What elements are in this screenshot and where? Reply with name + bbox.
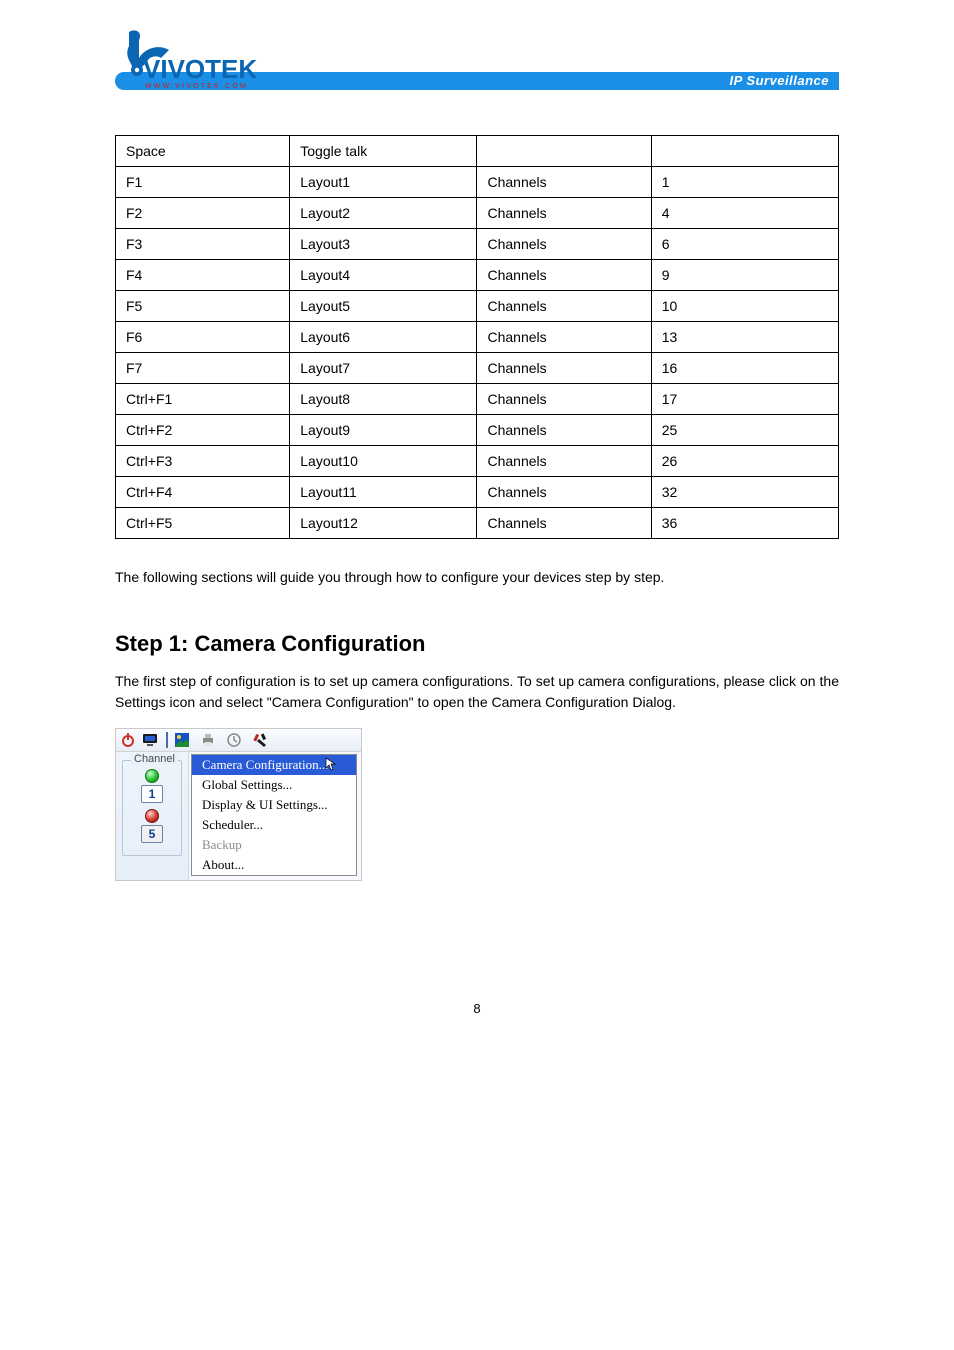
clock-icon[interactable] [226,732,242,748]
table-cell-ch: 13 [651,322,838,353]
table-row: SpaceToggle talk [116,136,839,167]
table-cell-code: F7 [116,353,290,384]
table-row: Ctrl+F4Layout11Channels32 [116,477,839,508]
channel-led-5 [145,809,159,823]
menu-backup: Backup [192,835,356,855]
table-cell-code: F6 [116,322,290,353]
page-content: SpaceToggle talkF1Layout1Channels1F2Layo… [115,135,839,1016]
table-cell-code: Ctrl+F1 [116,384,290,415]
table-cell-lbl: Channels [477,446,651,477]
table-cell-name: Layout6 [290,322,477,353]
table-cell-name: Layout8 [290,384,477,415]
table-cell-code: Ctrl+F5 [116,508,290,539]
table-cell-name: Layout2 [290,198,477,229]
monitor-icon[interactable] [142,732,158,748]
intro-paragraph: The following sections will guide you th… [115,567,839,589]
table-cell-ch [651,136,838,167]
table-cell-lbl: Channels [477,415,651,446]
table-row: F7Layout7Channels16 [116,353,839,384]
table-cell-ch: 9 [651,260,838,291]
table-cell-ch: 1 [651,167,838,198]
power-icon[interactable] [120,732,136,748]
table-row: F3Layout3Channels6 [116,229,839,260]
table-cell-lbl: Channels [477,198,651,229]
table-cell-name: Layout12 [290,508,477,539]
screenshot-toolbar [116,729,361,752]
table-cell-lbl: Channels [477,384,651,415]
settings-context-menu: Camera Configuration... Global Settings.… [191,754,357,876]
table-cell-ch: 16 [651,353,838,384]
table-cell-ch: 36 [651,508,838,539]
table-cell-lbl: Channels [477,477,651,508]
menu-about[interactable]: About... [192,855,356,875]
table-cell-code: Ctrl+F2 [116,415,290,446]
table-cell-name: Layout7 [290,353,477,384]
banner-right-text: IP Surveillance [729,73,829,88]
svg-text:WWW.VIVOTEK.COM: WWW.VIVOTEK.COM [145,83,248,90]
svg-text:VIVOTEK: VIVOTEK [143,54,257,84]
menu-display-ui-settings[interactable]: Display & UI Settings... [192,795,356,815]
brand-logo: VIVOTEK WWW.VIVOTEK.COM [115,30,295,92]
menu-global-settings[interactable]: Global Settings... [192,775,356,795]
table-cell-name: Layout9 [290,415,477,446]
table-row: F6Layout6Channels13 [116,322,839,353]
table-cell-ch: 25 [651,415,838,446]
menu-scheduler[interactable]: Scheduler... [192,815,356,835]
table-cell-code: Ctrl+F4 [116,477,290,508]
table-cell-code: F2 [116,198,290,229]
table-cell-code: F1 [116,167,290,198]
menu-item-label: Camera Configuration... [202,757,328,772]
printer-icon[interactable] [200,732,216,748]
table-cell-lbl: Channels [477,167,651,198]
table-cell-lbl: Channels [477,229,651,260]
table-cell-lbl: Channels [477,508,651,539]
shortcut-table: SpaceToggle talkF1Layout1Channels1F2Layo… [115,135,839,539]
page-number: 8 [115,1001,839,1016]
table-cell-ch: 26 [651,446,838,477]
settings-icon[interactable] [252,732,268,748]
table-cell-name: Toggle talk [290,136,477,167]
channel-panel: Channel 1 5 [116,752,189,880]
table-cell-lbl: Channels [477,353,651,384]
table-cell-ch: 17 [651,384,838,415]
table-row: F4Layout4Channels9 [116,260,839,291]
table-cell-code: F3 [116,229,290,260]
table-row: F5Layout5Channels10 [116,291,839,322]
channel-led-1 [145,769,159,783]
table-row: Ctrl+F3Layout10Channels26 [116,446,839,477]
table-cell-code: Ctrl+F3 [116,446,290,477]
channel-num-1[interactable]: 1 [141,785,163,803]
table-cell-name: Layout5 [290,291,477,322]
table-cell-ch: 4 [651,198,838,229]
table-row: F1Layout1Channels1 [116,167,839,198]
menu-camera-configuration[interactable]: Camera Configuration... [192,755,356,775]
table-cell-ch: 10 [651,291,838,322]
table-cell-name: Layout11 [290,477,477,508]
table-row: Ctrl+F2Layout9Channels25 [116,415,839,446]
channel-num-5[interactable]: 5 [141,825,163,843]
cursor-icon [324,757,338,771]
ui-screenshot: Channel 1 5 Camera Configuration... Glob… [115,728,362,881]
channel-legend: Channel [131,753,178,765]
picture-icon[interactable] [174,732,190,748]
table-cell-ch: 6 [651,229,838,260]
table-cell-lbl: Channels [477,322,651,353]
table-row: F2Layout2Channels4 [116,198,839,229]
table-row: Ctrl+F1Layout8Channels17 [116,384,839,415]
table-cell-code: F4 [116,260,290,291]
table-cell-name: Layout10 [290,446,477,477]
table-cell-name: Layout1 [290,167,477,198]
table-cell-name: Layout4 [290,260,477,291]
table-cell-lbl: Channels [477,260,651,291]
table-cell-code: F5 [116,291,290,322]
table-cell-lbl [477,136,651,167]
table-cell-lbl: Channels [477,291,651,322]
step-paragraph: The first step of configuration is to se… [115,671,839,714]
table-cell-ch: 32 [651,477,838,508]
table-cell-code: Space [116,136,290,167]
table-cell-name: Layout3 [290,229,477,260]
header-banner: IP Surveillance VIVOTEK WWW.VIVOTEK.COM [115,30,839,90]
table-row: Ctrl+F5Layout12Channels36 [116,508,839,539]
step-heading: Step 1: Camera Configuration [115,631,839,657]
